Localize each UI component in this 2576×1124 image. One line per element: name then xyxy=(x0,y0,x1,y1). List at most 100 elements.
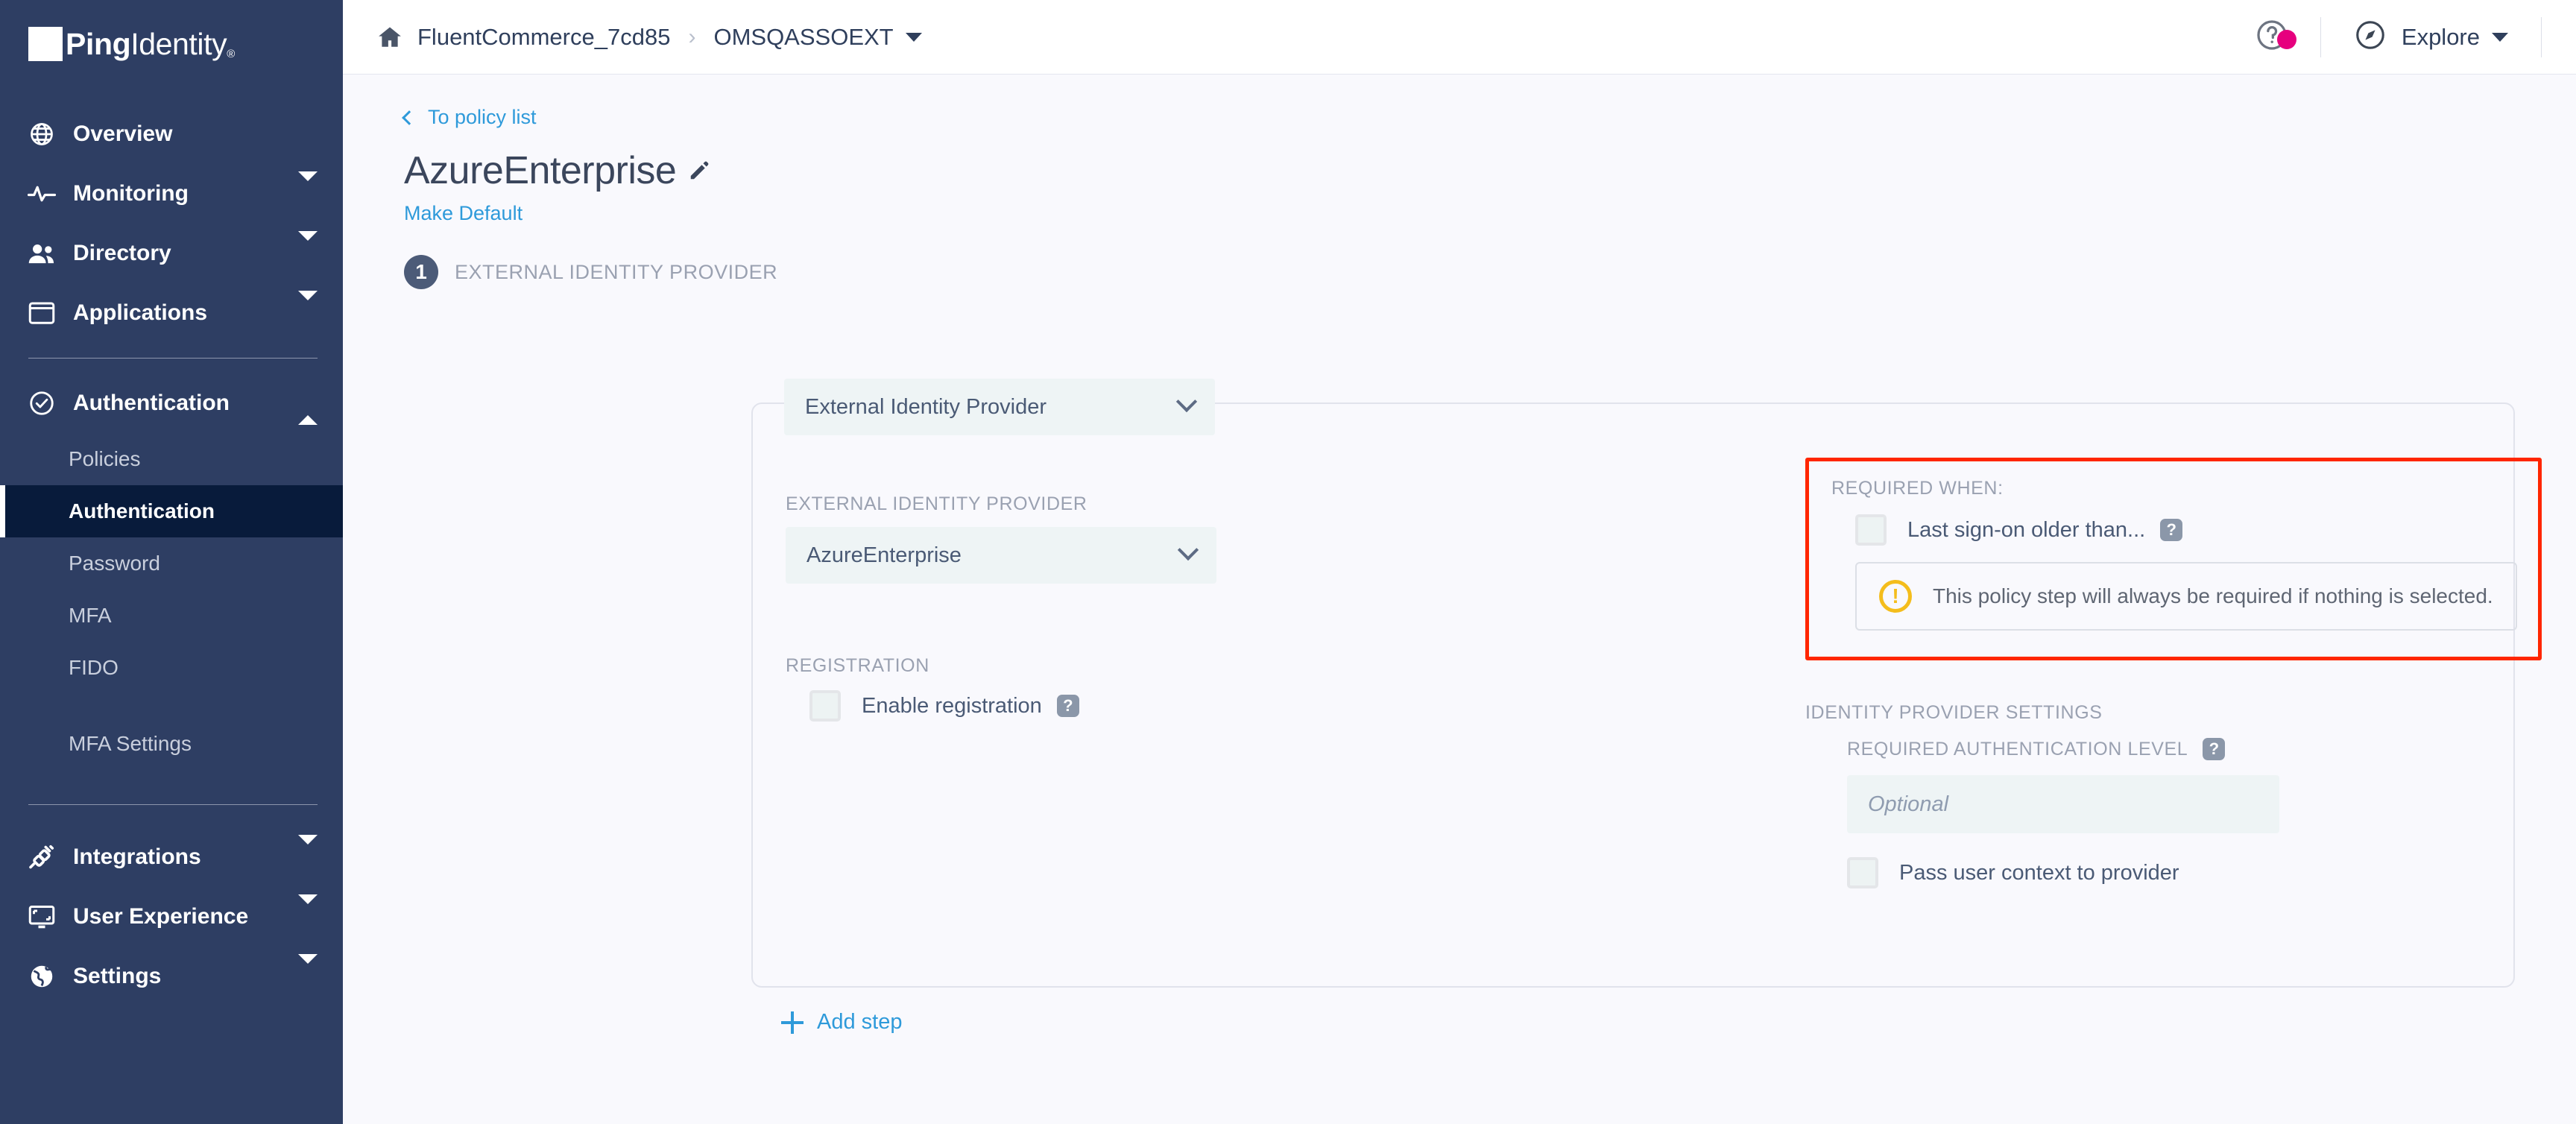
sidebar-item-applications[interactable]: Applications xyxy=(0,283,343,343)
last-signon-older-than-checkbox[interactable] xyxy=(1855,514,1887,546)
last-signon-row: Last sign-on older than... ? xyxy=(1855,514,2516,546)
policy-step-card: EXTERNAL IDENTITY PROVIDER AzureEnterpri… xyxy=(751,402,2515,988)
question-mark-icon[interactable]: ? xyxy=(1057,695,1079,717)
top-bar: FluentCommerce_7cd85 › OMSQASSOEXT xyxy=(343,0,2576,75)
breadcrumb-environment[interactable]: FluentCommerce_7cd85 xyxy=(417,24,670,51)
sidebar-item-password[interactable]: Password xyxy=(0,537,343,590)
sidebar-item-label: Settings xyxy=(73,964,161,989)
sidebar-item-policies[interactable]: Policies xyxy=(0,433,343,485)
step-type-select[interactable]: External Identity Provider xyxy=(784,379,1215,435)
window-icon xyxy=(25,301,58,325)
users-icon xyxy=(25,242,58,265)
sidebar-item-label: Monitoring xyxy=(73,181,189,206)
chevron-down-icon[interactable] xyxy=(2492,33,2508,42)
chevron-down-icon xyxy=(1176,391,1197,412)
topbar-divider-2 xyxy=(2541,17,2542,57)
page-title: AzureEnterprise xyxy=(404,148,676,193)
sidebar-nav-bottom: Integrations User Experience xyxy=(0,827,343,1006)
back-to-policy-list-link[interactable]: To policy list xyxy=(404,106,537,129)
required-when-title: REQUIRED WHEN: xyxy=(1831,478,2516,499)
step-header: 1 EXTERNAL IDENTITY PROVIDER xyxy=(404,255,2576,289)
chevron-up-icon[interactable] xyxy=(298,391,318,416)
add-step-button[interactable]: Add step xyxy=(781,1010,902,1035)
policy-warning-text: This policy step will always be required… xyxy=(1933,584,2493,608)
question-mark-icon[interactable]: ? xyxy=(2203,738,2225,760)
registration-section-label: REGISTRATION xyxy=(786,655,1218,677)
sidebar-item-settings[interactable]: Settings xyxy=(0,947,343,1006)
explore-menu-button[interactable]: Explore xyxy=(2321,19,2541,55)
identity-provider-settings-title: IDENTITY PROVIDER SETTINGS xyxy=(1805,702,2103,724)
explore-label: Explore xyxy=(2402,24,2480,51)
last-signon-older-than-label: Last sign-on older than... xyxy=(1907,518,2145,543)
chevron-left-icon xyxy=(402,110,417,125)
home-icon[interactable] xyxy=(377,25,402,50)
sidebar-divider-2 xyxy=(28,804,318,805)
sidebar-item-monitoring[interactable]: Monitoring xyxy=(0,164,343,224)
plus-icon xyxy=(781,1011,804,1034)
brand-name-light: Identity xyxy=(130,27,227,61)
sidebar-item-overview[interactable]: Overview xyxy=(0,104,343,164)
required-auth-level-label: REQUIRED AUTHENTICATION LEVEL xyxy=(1847,739,2188,760)
pass-user-context-row: Pass user context to provider xyxy=(1847,857,2179,888)
sidebar-subitem-label: Policies xyxy=(69,447,140,471)
ping-square-logo xyxy=(28,27,63,61)
plug-icon xyxy=(25,844,58,871)
sidebar-item-label: Authentication xyxy=(73,391,230,416)
chevron-down-icon[interactable] xyxy=(298,300,318,326)
globe-settings-icon xyxy=(25,963,58,990)
sidebar-subitem-label: Authentication xyxy=(69,499,215,523)
sidebar-item-directory[interactable]: Directory xyxy=(0,224,343,283)
pass-user-context-label: Pass user context to provider xyxy=(1899,861,2179,885)
brand-name: PingIdentity® xyxy=(66,27,235,62)
brand-name-bold: Ping xyxy=(66,27,130,61)
required-auth-level-input[interactable]: Optional xyxy=(1847,775,2279,833)
required-auth-level-placeholder: Optional xyxy=(1868,792,1948,817)
sidebar-divider-1 xyxy=(28,358,318,359)
add-step-label: Add step xyxy=(817,1010,902,1035)
enable-registration-label: Enable registration xyxy=(862,694,1042,719)
sidebar-item-mfa-settings[interactable]: MFA Settings xyxy=(0,718,343,770)
sidebar-item-label: Overview xyxy=(73,121,172,147)
sidebar-item-authentication[interactable]: Authentication xyxy=(0,485,343,537)
top-bar-right: Explore xyxy=(2223,0,2542,75)
breadcrumb-separator: › xyxy=(688,25,695,50)
step-type-label: EXTERNAL IDENTITY PROVIDER xyxy=(455,261,777,284)
activity-pulse-icon xyxy=(25,182,58,206)
page-body: To policy list AzureEnterprise Make Defa… xyxy=(343,75,2576,1124)
brand-registered-mark: ® xyxy=(227,48,235,60)
step-left-column: EXTERNAL IDENTITY PROVIDER AzureEnterpri… xyxy=(786,493,1218,722)
sidebar-item-user-experience[interactable]: User Experience xyxy=(0,887,343,947)
brand-logo[interactable]: PingIdentity® xyxy=(0,0,343,88)
back-link-label: To policy list xyxy=(428,106,537,129)
globe-icon xyxy=(25,121,58,148)
pencil-icon[interactable] xyxy=(688,160,710,182)
help-button[interactable] xyxy=(2223,18,2320,56)
chevron-down-icon[interactable] xyxy=(298,241,318,266)
breadcrumb-tenant[interactable]: OMSQASSOEXT xyxy=(713,24,893,51)
question-mark-icon[interactable]: ? xyxy=(2160,519,2182,541)
sidebar: PingIdentity® Overview Monitori xyxy=(0,0,343,1124)
enable-registration-checkbox[interactable] xyxy=(809,690,841,722)
sidebar-subitem-label: MFA xyxy=(69,604,112,628)
pass-user-context-checkbox[interactable] xyxy=(1847,857,1878,888)
main-area: FluentCommerce_7cd85 › OMSQASSOEXT xyxy=(343,0,2576,1124)
chevron-down-icon[interactable] xyxy=(298,964,318,989)
sidebar-item-label: User Experience xyxy=(73,904,248,929)
required-auth-level-label-row: REQUIRED AUTHENTICATION LEVEL ? xyxy=(1847,738,2225,760)
sidebar-item-mfa[interactable]: MFA xyxy=(0,590,343,642)
enable-registration-row: Enable registration ? xyxy=(786,690,1218,722)
step-type-select-value: External Identity Provider xyxy=(805,395,1046,420)
required-when-section: REQUIRED WHEN: Last sign-on older than..… xyxy=(1805,458,2542,660)
sidebar-item-authentication-group[interactable]: Authentication xyxy=(0,373,343,433)
sidebar-item-fido[interactable]: FIDO xyxy=(0,642,343,694)
sidebar-item-integrations[interactable]: Integrations xyxy=(0,827,343,887)
external-idp-select[interactable]: AzureEnterprise xyxy=(786,527,1216,584)
make-default-link[interactable]: Make Default xyxy=(404,202,523,225)
chevron-down-icon[interactable] xyxy=(298,181,318,206)
policy-warning-box: ! This policy step will always be requir… xyxy=(1855,562,2517,631)
chevron-down-icon[interactable] xyxy=(906,33,922,42)
chevron-down-icon[interactable] xyxy=(298,844,318,870)
chevron-down-icon[interactable] xyxy=(298,904,318,929)
exclamation-circle-icon: ! xyxy=(1879,580,1912,613)
external-idp-field-label: EXTERNAL IDENTITY PROVIDER xyxy=(786,493,1218,515)
